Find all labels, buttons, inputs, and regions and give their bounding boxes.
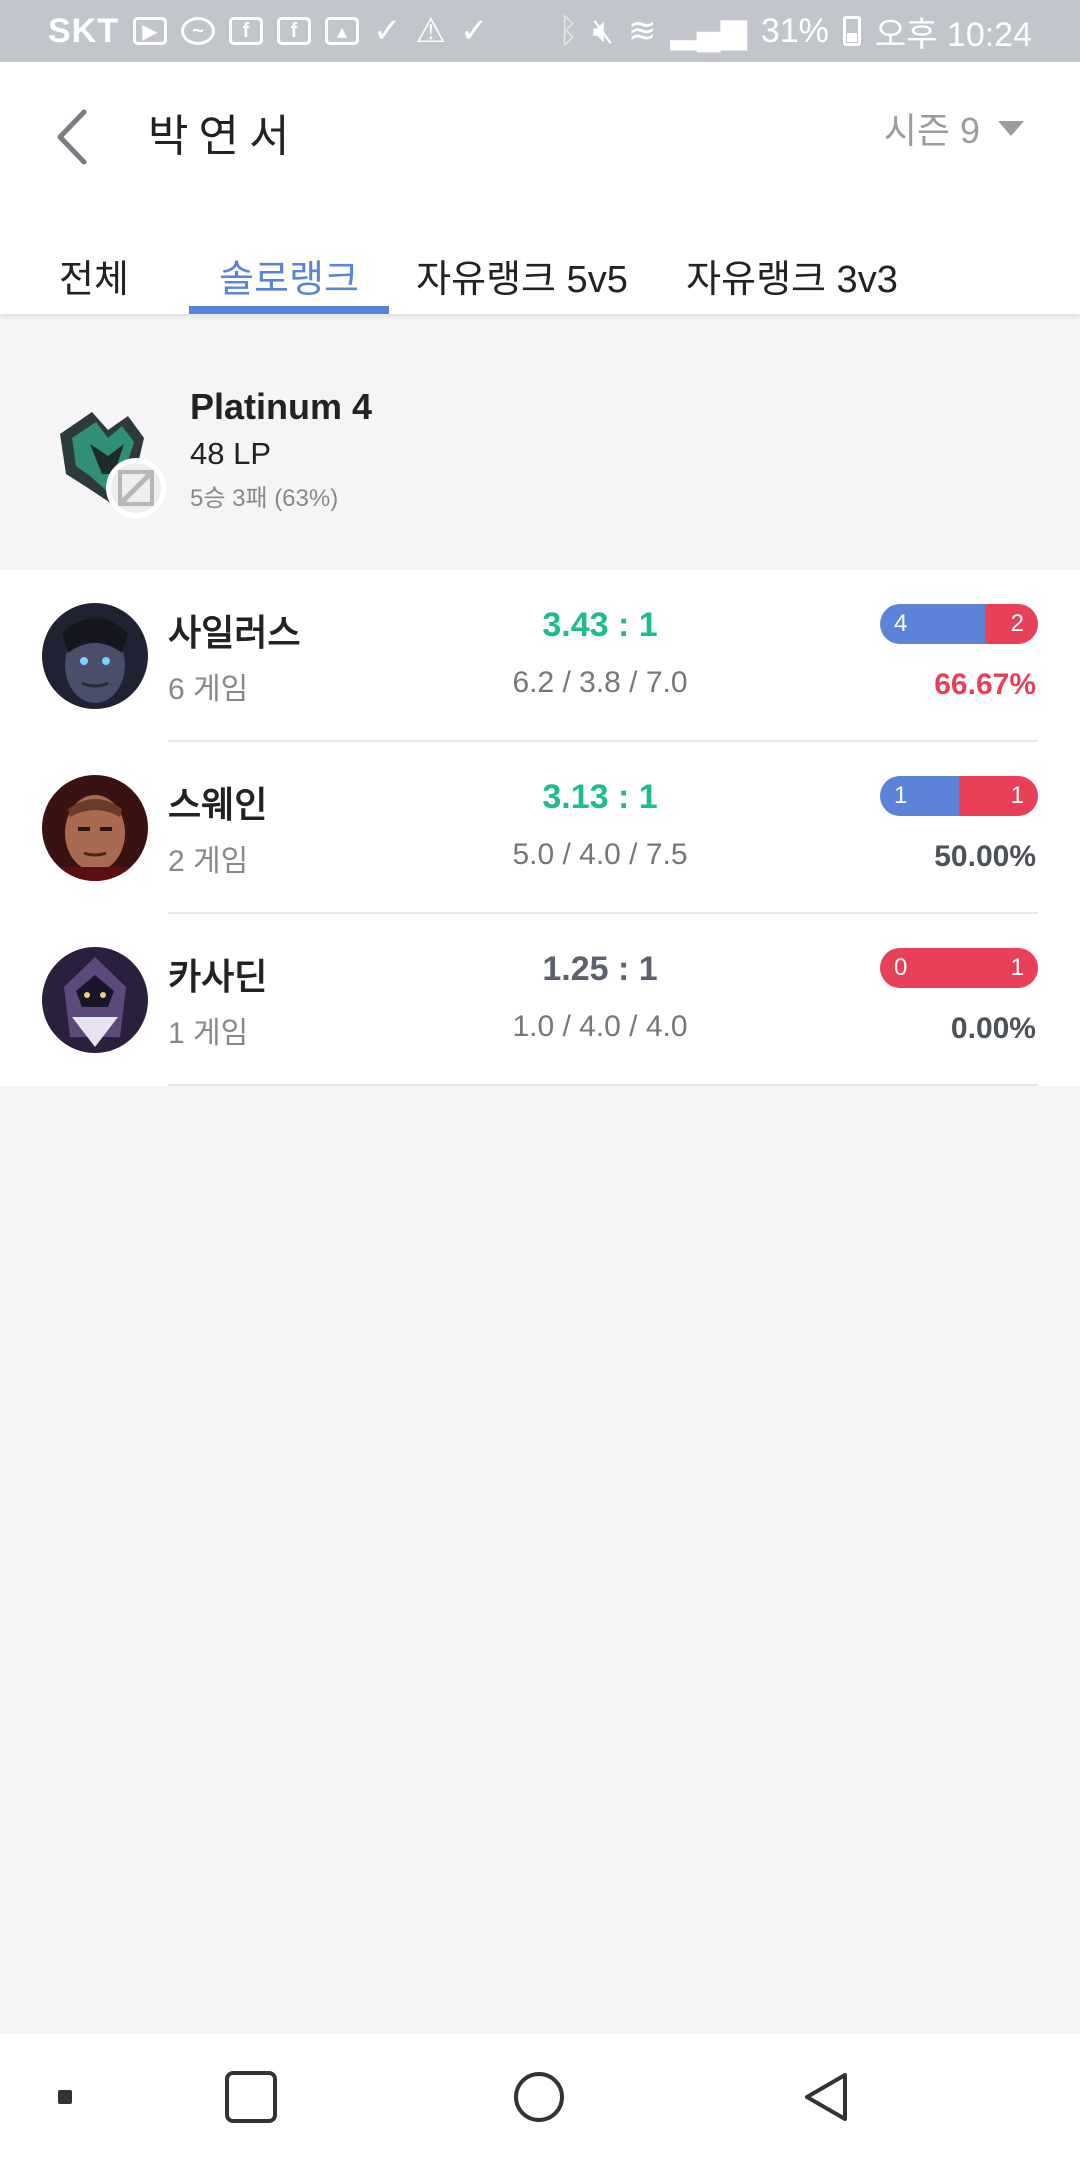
wins-count: 1: [894, 782, 908, 809]
messenger-notification-icon: ~: [181, 17, 215, 45]
champion-winrate: 66.67%: [934, 668, 1036, 701]
champion-name: 카사딘: [168, 956, 268, 997]
facebook-notification-icon-2: f: [277, 17, 311, 45]
champion-avatar-swain: [42, 775, 148, 881]
losses-count: 1: [1010, 782, 1024, 809]
tab-solo-rank[interactable]: 솔로랭크: [189, 224, 389, 314]
champion-row[interactable]: 사일러스 6 게임 3.43 : 1 6.2 / 3.8 / 7.0 4 2 6…: [0, 570, 1080, 742]
champion-winrate: 0.00%: [950, 1012, 1036, 1045]
rank-record: 5승 3패 (63%): [190, 485, 339, 512]
square-dot-icon: [58, 2090, 72, 2104]
champion-stats-list: 사일러스 6 게임 3.43 : 1 6.2 / 3.8 / 7.0 4 2 6…: [0, 570, 1080, 1086]
champion-row[interactable]: 카사딘 1 게임 1.25 : 1 1.0 / 4.0 / 4.0 0 1 0.…: [0, 914, 1080, 1086]
recent-apps-button[interactable]: [218, 2064, 284, 2130]
champion-kda-detail: 5.0 / 4.0 / 7.5: [512, 838, 688, 871]
row-divider: [168, 1084, 1038, 1086]
recent-apps-icon: [225, 2071, 277, 2123]
champion-avatar-sylas: [42, 603, 148, 709]
summoner-name: 박연서: [148, 112, 300, 161]
win-loss-bar: 0 1: [880, 948, 1038, 988]
app-header: 박연서 시즌 9 전체 솔로랭크 자유랭크 5v5 자유랭크 3v3: [0, 62, 1080, 314]
win-loss-bar: 4 2: [880, 604, 1038, 644]
home-icon: [514, 2072, 564, 2122]
system-nav-bar: [0, 2034, 1080, 2160]
signal-icon: ▂▄▆: [670, 12, 747, 50]
back-button[interactable]: [50, 102, 94, 172]
queue-tabs: 전체 솔로랭크 자유랭크 5v5 자유랭크 3v3: [0, 224, 1080, 314]
chevron-left-icon: [57, 109, 87, 165]
battery-icon: [842, 16, 861, 46]
carrier-label: SKT: [48, 11, 119, 50]
facebook-notification-icon: f: [229, 17, 263, 45]
losses-count: 2: [1010, 610, 1024, 637]
nav-dot-button[interactable]: [32, 2064, 98, 2130]
youtube-notification-icon: ▶: [133, 17, 167, 45]
platinum-emblem-icon: [52, 404, 172, 524]
losses-segment: 1: [959, 776, 1038, 816]
home-button[interactable]: [506, 2064, 572, 2130]
season-selector[interactable]: 시즌 9: [884, 102, 1024, 154]
champion-winrate: 50.00%: [934, 840, 1036, 873]
wifi-icon: ≋: [627, 12, 657, 50]
back-nav-button[interactable]: [794, 2064, 860, 2130]
champion-kda-detail: 1.0 / 4.0 / 4.0: [512, 1010, 688, 1043]
battery-percent: 31%: [760, 11, 829, 50]
season-label: 시즌 9: [883, 110, 980, 151]
tab-all-label: 전체: [59, 259, 129, 301]
gallery-notification-icon: ▴: [325, 17, 359, 45]
champion-avatar-kassadin: [42, 947, 148, 1053]
bluetooth-icon: ᛒ: [558, 11, 579, 50]
check-notification-icon: ✓: [373, 12, 402, 50]
tab-flex-3v3-label: 자유랭크 3v3: [686, 259, 898, 301]
champion-games: 2 게임: [168, 845, 249, 878]
losses-count: 1: [1010, 954, 1024, 981]
champion-name: 스웨인: [168, 784, 268, 825]
win-loss-bar: 1 1: [880, 776, 1038, 816]
tab-flex-5v5[interactable]: 자유랭크 5v5: [412, 224, 632, 314]
caret-down-icon: [998, 120, 1024, 136]
mute-icon: 🔇︎: [592, 11, 614, 50]
rank-lp: 48 LP: [190, 436, 272, 471]
champion-name: 사일러스: [168, 612, 301, 653]
status-bar: SKT ▶ ~ f f ▴ ✓ ⚠ ✓ ᛒ 🔇︎ ≋ ▂▄▆ 31% 오후 10…: [0, 0, 1080, 62]
champion-row[interactable]: 스웨인 2 게임 3.13 : 1 5.0 / 4.0 / 7.5 1 1 50…: [0, 742, 1080, 914]
check-notification-icon-2: ✓: [459, 12, 489, 50]
warning-notification-icon: ⚠: [415, 12, 446, 50]
wins-segment: 4: [880, 604, 986, 644]
rank-tier: Platinum 4: [190, 386, 373, 427]
clock: 오후 10:24: [874, 15, 1032, 54]
losses-segment: 2: [985, 604, 1038, 644]
back-triangle-icon: [805, 2073, 847, 2121]
wins-count: 4: [894, 610, 908, 637]
champion-kda-ratio: 3.43 : 1: [542, 606, 658, 644]
champion-kda-ratio: 1.25 : 1: [542, 950, 658, 988]
tab-flex-3v3[interactable]: 자유랭크 3v3: [680, 224, 904, 314]
champion-games: 6 게임: [168, 673, 249, 706]
champion-kda-ratio: 3.13 : 1: [542, 778, 658, 816]
tab-all[interactable]: 전체: [38, 224, 150, 314]
wins-segment: 1: [880, 776, 959, 816]
wins-count: 0: [894, 954, 908, 981]
tab-solo-rank-label: 솔로랭크: [219, 259, 359, 301]
rank-summary: Platinum 4 48 LP 5승 3패 (63%): [0, 370, 1080, 570]
champion-games: 1 게임: [168, 1017, 249, 1050]
tab-flex-5v5-label: 자유랭크 5v5: [416, 259, 628, 301]
champion-kda-detail: 6.2 / 3.8 / 7.0: [512, 666, 688, 699]
